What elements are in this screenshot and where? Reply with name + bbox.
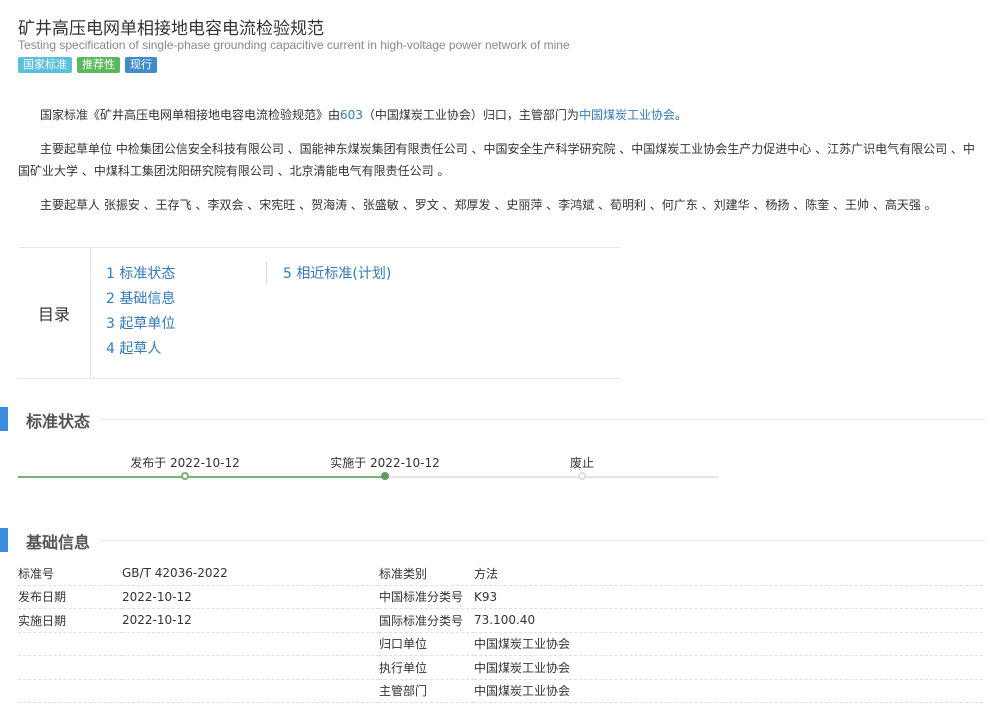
section-marker — [0, 407, 8, 431]
empty-cell — [122, 632, 379, 656]
table-row: 标准号 GB/T 42036-2022 标准类别 方法 — [18, 562, 983, 586]
toc-item-basic-info[interactable]: 2 基础信息 — [106, 287, 175, 312]
drafters-paragraph: 主要起草人 张振安 、王存飞 、李双会 、宋宪旺 、贺海涛 、张盛敏 、罗文 、… — [40, 198, 937, 212]
intro-text: 国家标准《矿井高压电网单相接地电容电流检验规范》由 — [40, 108, 341, 122]
value-publish-date: 2022-10-12 — [122, 585, 379, 609]
timeline-track-active — [18, 476, 385, 478]
value-ics: 73.100.40 — [474, 608, 983, 633]
label-responsible-unit: 归口单位 — [379, 632, 474, 656]
link-competent-dept[interactable]: 中国煤炭工业协会 — [579, 108, 675, 122]
section-status-title: 标准状态 — [26, 412, 91, 431]
label-ccs: 中国标准分类号 — [379, 585, 474, 609]
status-timeline: 发布于 2022-10-12 实施于 2022-10-12 废止 — [18, 450, 718, 490]
toc-title: 目录 — [18, 248, 91, 378]
label-executing-unit: 执行单位 — [379, 655, 474, 680]
section-marker — [0, 528, 8, 552]
value-ccs: K93 — [474, 585, 983, 609]
label-competent-dept: 主管部门 — [379, 679, 474, 703]
toc-column-2: 5 相近标准(计划) — [283, 262, 391, 287]
timeline-label-published: 发布于 2022-10-12 — [130, 456, 240, 470]
section-divider — [100, 419, 985, 420]
table-row: 主管部门 中国煤炭工业协会 — [18, 679, 983, 703]
timeline-label-abolished: 废止 — [569, 456, 595, 470]
timeline-dot-abolished — [578, 472, 586, 480]
timeline-track-inactive — [385, 476, 718, 478]
empty-cell — [18, 655, 122, 680]
intro-text: （中国煤炭工业协会）归口，主管部门为 — [362, 108, 579, 122]
toc-item-drafters[interactable]: 4 起草人 — [106, 337, 175, 362]
badge-national-standard: 国家标准 — [18, 57, 72, 73]
intro-text: 。 — [674, 108, 687, 122]
empty-cell — [18, 632, 122, 656]
basic-info-table: 标准号 GB/T 42036-2022 标准类别 方法 发布日期 2022-10… — [18, 562, 983, 703]
value-category: 方法 — [474, 562, 983, 586]
intro-paragraph-1: 国家标准《矿井高压电网单相接地电容电流检验规范》由603（中国煤炭工业协会）归口… — [18, 104, 980, 126]
table-row: 执行单位 中国煤炭工业协会 — [18, 655, 983, 680]
toc-item-similar-standards[interactable]: 5 相近标准(计划) — [283, 262, 391, 287]
section-status-header: 标准状态 — [0, 407, 985, 431]
page-subtitle: Testing specification of single-phase gr… — [18, 38, 570, 52]
badge-group: 国家标准 推荐性 现行 — [18, 57, 157, 73]
empty-cell — [122, 655, 379, 680]
toc-divider — [266, 262, 267, 284]
table-row: 发布日期 2022-10-12 中国标准分类号 K93 — [18, 585, 983, 609]
link-competent-dept-table[interactable]: 中国煤炭工业协会 — [474, 679, 983, 703]
section-divider — [100, 540, 985, 541]
badge-recommended: 推荐性 — [77, 57, 120, 73]
table-row: 归口单位 中国煤炭工业协会 — [18, 632, 983, 656]
timeline-dot-implemented — [381, 472, 389, 480]
timeline-label-implemented: 实施于 2022-10-12 — [330, 456, 440, 470]
link-603[interactable]: 603 — [340, 108, 363, 122]
label-category: 标准类别 — [379, 562, 474, 586]
empty-cell — [18, 679, 122, 703]
page-title: 矿井高压电网单相接地电容电流检验规范 — [18, 19, 324, 39]
link-executing-unit[interactable]: 中国煤炭工业协会 — [474, 655, 983, 680]
drafting-units-paragraph: 主要起草单位 中检集团公信安全科技有限公司 、国能神东煤炭集团有限责任公司 、中… — [18, 142, 975, 178]
label-implement-date: 实施日期 — [18, 608, 122, 633]
badge-current: 现行 — [125, 57, 157, 73]
label-ics: 国际标准分类号 — [379, 608, 474, 633]
toc-column-1: 1 标准状态 2 基础信息 3 起草单位 4 起草人 — [106, 262, 175, 362]
timeline-dot-published — [181, 472, 189, 480]
toc-item-drafting-units[interactable]: 3 起草单位 — [106, 312, 175, 337]
link-responsible-unit[interactable]: 中国煤炭工业协会 — [474, 632, 983, 656]
table-of-contents: 目录 1 标准状态 2 基础信息 3 起草单位 4 起草人 5 相近标准(计划) — [18, 247, 620, 379]
section-basic-info-title: 基础信息 — [26, 533, 91, 552]
table-row: 实施日期 2022-10-12 国际标准分类号 73.100.40 — [18, 608, 983, 633]
toc-item-status[interactable]: 1 标准状态 — [106, 262, 175, 287]
section-basic-info-header: 基础信息 — [0, 528, 985, 552]
empty-cell — [122, 679, 379, 703]
label-publish-date: 发布日期 — [18, 585, 122, 609]
value-implement-date: 2022-10-12 — [122, 608, 379, 633]
label-standard-number: 标准号 — [18, 562, 122, 586]
value-standard-number: GB/T 42036-2022 — [122, 562, 379, 586]
